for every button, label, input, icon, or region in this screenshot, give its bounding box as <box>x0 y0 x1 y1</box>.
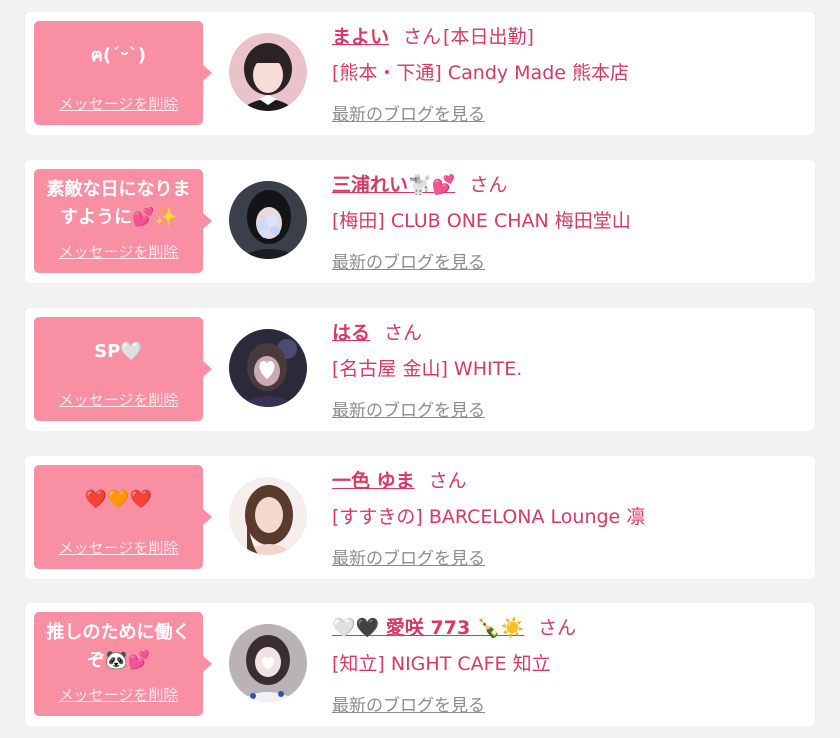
message-bubble: 素敵な日になりますように💕✨ メッセージを削除 <box>34 169 212 273</box>
honorific: さん <box>403 26 442 48</box>
message-bubble: SP🤍 メッセージを削除 <box>34 317 212 421</box>
honorific: さん <box>384 322 423 344</box>
message-bubble: 推しのために働くぞ🐼💕 メッセージを削除 <box>34 612 212 716</box>
message-text: 推しのために働くぞ🐼💕 <box>46 622 191 671</box>
cast-name-link[interactable]: はる <box>332 322 370 344</box>
cast-name-line: 三浦れい🐩💕 さん <box>332 170 509 197</box>
work-status: [本日出勤] <box>443 26 534 48</box>
message-card: ฅ(ˊᵕˋ) メッセージを削除 まよい さん [本日出勤] [熊本・下通] Cand… <box>25 12 815 135</box>
message-text: 素敵な日になりますように💕✨ <box>46 179 191 228</box>
shop-name: [梅田] CLUB ONE CHAN 梅田堂山 <box>332 210 631 232</box>
latest-blog-link[interactable]: 最新のブログを見る <box>332 396 485 421</box>
delete-message-link[interactable]: メッセージを削除 <box>34 241 203 262</box>
message-text: SP🤍 <box>94 341 143 362</box>
avatar[interactable] <box>229 329 307 407</box>
message-list: ฅ(ˊᵕˋ) メッセージを削除 まよい さん [本日出勤] [熊本・下通] Cand… <box>0 0 840 738</box>
avatar[interactable] <box>229 33 307 111</box>
message-text: ฅ(ˊᵕˋ) <box>90 45 147 66</box>
honorific: さん <box>538 617 577 639</box>
message-card: 推しのために働くぞ🐼💕 メッセージを削除 🤍🖤 愛咲 773 🍾☀️ さん [知立… <box>25 603 815 726</box>
message-bubble: ❤️🧡❤️ メッセージを削除 <box>34 465 212 569</box>
cast-name-link[interactable]: 三浦れい🐩💕 <box>332 174 455 196</box>
message-card: ❤️🧡❤️ メッセージを削除 一色 ゆま さん [すすきの] BARCELONA … <box>25 456 815 579</box>
cast-name-line: 一色 ゆま さん <box>332 466 469 493</box>
shop-name: [名古屋 金山] WHITE. <box>332 358 523 380</box>
avatar[interactable] <box>229 181 307 259</box>
message-card: 素敵な日になりますように💕✨ メッセージを削除 三浦れい🐩💕 さん [梅田] CL… <box>25 160 815 283</box>
latest-blog-link[interactable]: 最新のブログを見る <box>332 248 485 273</box>
avatar[interactable] <box>229 477 307 555</box>
cast-name-link[interactable]: 一色 ゆま <box>332 470 415 492</box>
delete-message-link[interactable]: メッセージを削除 <box>34 389 203 410</box>
honorific: さん <box>428 470 467 492</box>
shop-name: [すすきの] BARCELONA Lounge 凛 <box>332 506 646 528</box>
delete-message-link[interactable]: メッセージを削除 <box>34 684 203 705</box>
cast-name-line: 🤍🖤 愛咲 773 🍾☀️ さん <box>332 613 578 640</box>
shop-name: [熊本・下通] Candy Made 熊本店 <box>332 62 629 84</box>
latest-blog-link[interactable]: 最新のブログを見る <box>332 100 485 125</box>
cast-name-line: まよい さん [本日出勤] <box>332 22 534 49</box>
delete-message-link[interactable]: メッセージを削除 <box>34 537 203 558</box>
cast-name-link[interactable]: まよい <box>332 26 389 48</box>
honorific: さん <box>469 174 508 196</box>
message-text: ❤️🧡❤️ <box>84 489 153 510</box>
message-card: SP🤍 メッセージを削除 はる さん [名古屋 金山] WHITE. 最新のブログ… <box>25 308 815 431</box>
cast-name-line: はる さん <box>332 318 424 345</box>
latest-blog-link[interactable]: 最新のブログを見る <box>332 691 485 716</box>
avatar[interactable] <box>229 624 307 702</box>
delete-message-link[interactable]: メッセージを削除 <box>34 93 203 114</box>
message-bubble: ฅ(ˊᵕˋ) メッセージを削除 <box>34 21 212 125</box>
cast-name-link[interactable]: 🤍🖤 愛咲 773 🍾☀️ <box>332 617 524 639</box>
latest-blog-link[interactable]: 最新のブログを見る <box>332 544 485 569</box>
shop-name: [知立] NIGHT CAFE 知立 <box>332 653 551 675</box>
